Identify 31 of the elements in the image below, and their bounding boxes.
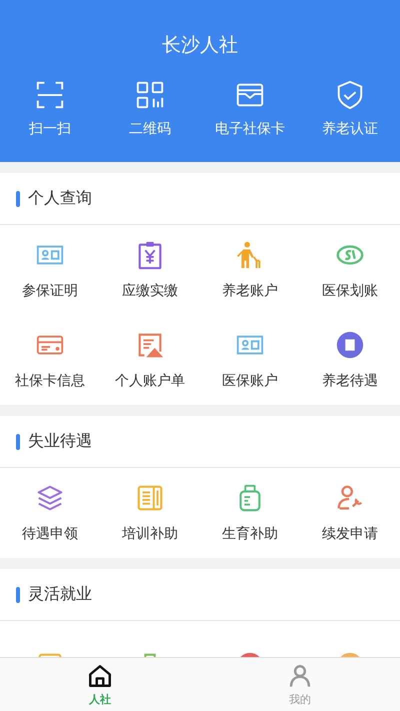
person-icon [287,662,313,688]
quick-action[interactable]: 扫一扫 [0,80,100,138]
section-marker [16,586,20,602]
book-icon [135,483,165,513]
section-marker [16,190,20,206]
service-item[interactable]: 待遇申领 [0,468,100,558]
section-marker [16,434,20,450]
shield-check-icon [335,80,365,110]
scan-icon [35,80,65,110]
service-item[interactable]: 养老账户 [200,225,300,315]
quick-action[interactable]: 电子社保卡 [200,80,300,138]
home-icon [87,662,113,688]
circle-badge-icon [335,330,365,360]
section-title: 失业待遇 [28,431,92,452]
service-item[interactable]: 养老待遇 [300,315,400,405]
service-item[interactable]: 培训补助 [100,468,200,558]
service-item[interactable]: 社保卡信息 [0,315,100,405]
section-title: 个人查询 [28,188,92,209]
quick-action[interactable]: 二维码 [100,80,200,138]
app-title: 长沙人社 [162,33,238,58]
section-title: 灵活就业 [28,584,92,605]
service-item[interactable]: 医保划账 [300,225,400,315]
service-item[interactable]: 参保证明 [0,225,100,315]
service-item[interactable]: 生育补助 [200,468,300,558]
quick-action[interactable]: 养老认证 [300,80,400,138]
service-item[interactable]: 个人账户单 [100,315,200,405]
layers-icon [35,483,65,513]
qr-code-icon [135,80,165,110]
service-item[interactable]: 医保账户 [200,315,300,405]
service-item[interactable]: 应缴实缴 [100,225,200,315]
service-item[interactable]: 续发申请 [300,468,400,558]
